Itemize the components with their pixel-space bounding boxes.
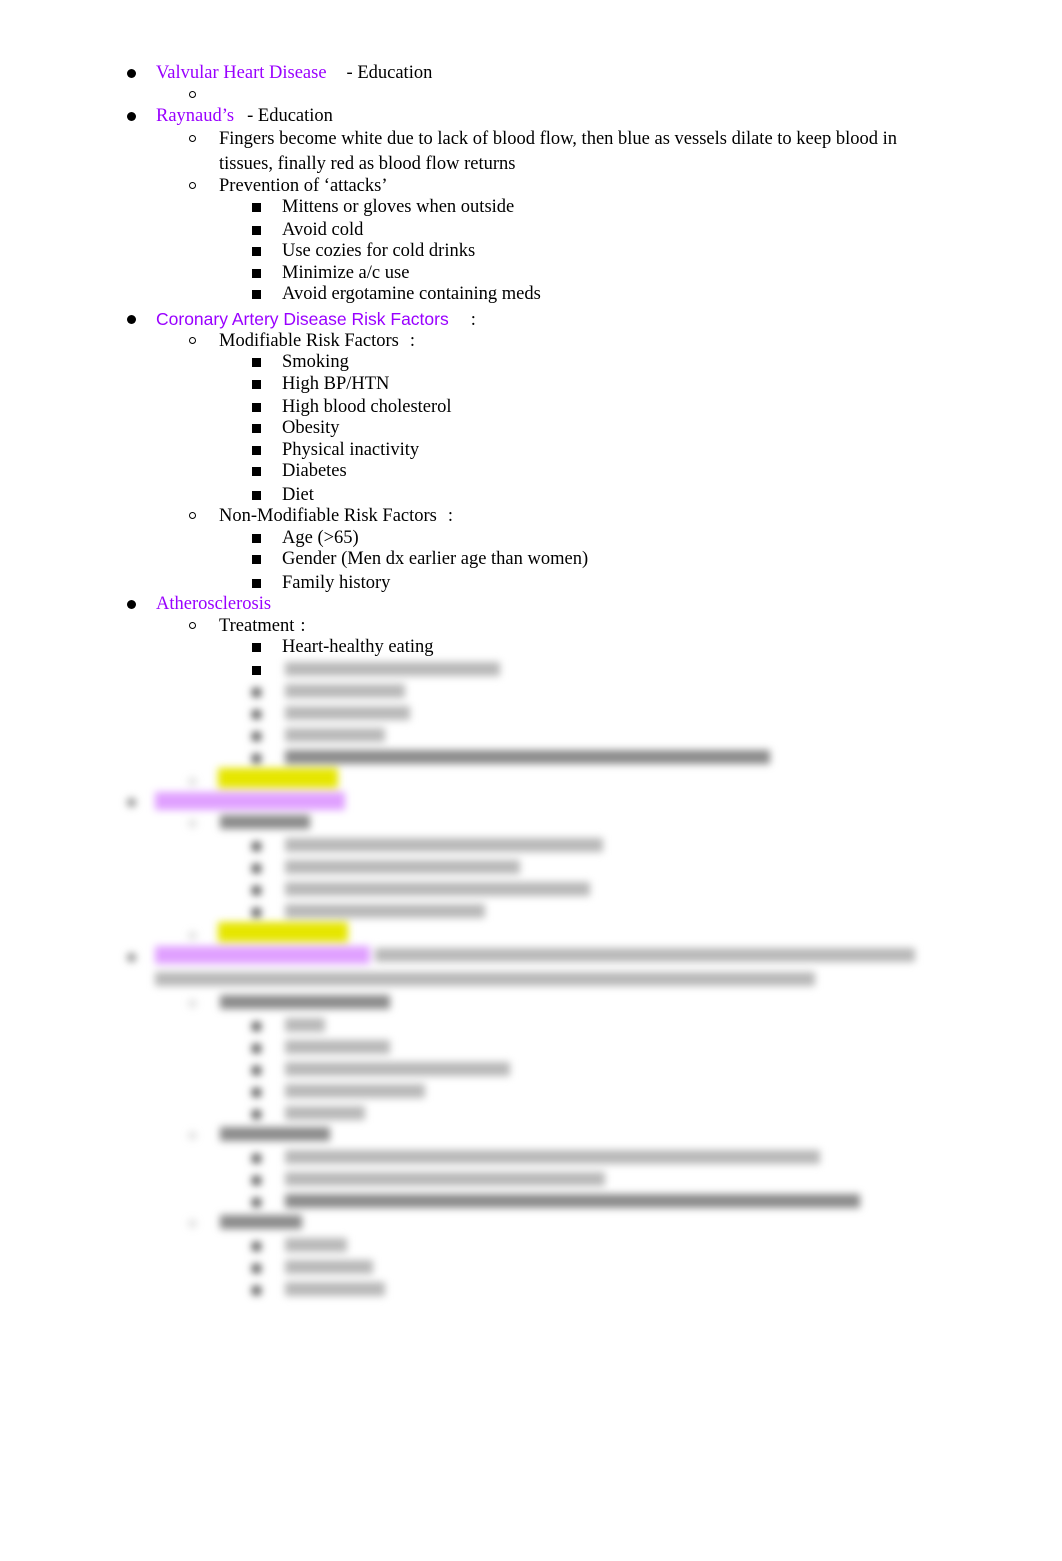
bullet-square-icon [252,555,261,564]
blurred-text [285,684,405,698]
bullet-square-icon [252,358,261,367]
bullet-circle-icon [189,182,196,189]
blurred-text [285,838,603,852]
list-item: Gender (Men dx earlier age than women) [282,549,589,569]
list-item: Use cozies for cold drinks [282,241,476,261]
section-title: Valvular Heart Disease [156,63,327,83]
list-item: Minimize a/c use [282,263,410,283]
section-suffix: : [470,310,476,330]
blurred-text [285,1260,373,1274]
bullet-square-icon [252,380,261,389]
blurred-text [285,728,385,742]
subheading-nonmodifiable: Non-Modifiable Risk Factors: [219,505,453,527]
list-item: Avoid ergotamine containing meds [282,284,541,304]
blurred-text [285,1194,860,1208]
subheading-modifiable: Modifiable Risk Factors: [219,330,415,352]
list-item: Avoid cold [282,220,364,240]
subheading-treatment: Treatment: [219,615,306,637]
bullet-square-icon [252,643,261,652]
bullet-square-icon [252,467,261,476]
section-title: Raynaud’s [156,106,235,126]
blurred-text [285,1282,385,1296]
list-item: Age (>65) [282,528,359,548]
list-item-line2: tissues, finally red as blood flow retur… [219,154,516,174]
bullet-circle-icon [189,622,196,629]
bullet-square-icon [252,403,261,412]
section-suffix: - Education [247,106,333,126]
bullet-square-icon [252,446,261,455]
bullet-square-icon [252,247,261,256]
bullet-circle-icon [189,337,196,344]
bullet-circle-icon [189,135,196,142]
blurred-text [220,1215,302,1229]
blurred-text [285,706,410,720]
section-heading-atherosclerosis: Atherosclerosis [156,593,271,615]
list-item: Mittens or gloves when outside [282,197,515,217]
list-item: High BP/HTN [282,374,390,394]
bullet-disc-icon [127,315,136,324]
list-item-line1: Fingers become white due to lack of bloo… [219,129,898,149]
blurred-section-title [155,792,345,810]
bullet-square-icon [252,491,261,500]
blurred-text [285,1172,605,1186]
blurred-text [285,860,520,874]
highlighted-heading [218,768,338,788]
list-item-prevention: Prevention of ‘attacks’ [219,176,388,196]
blurred-text [285,1084,425,1098]
blurred-text [285,1238,347,1252]
bullet-square-icon [252,424,261,433]
blurred-text [220,815,310,829]
blurred-text [285,882,590,896]
subheading-text: Modifiable Risk Factors [219,331,399,351]
bullet-square-icon [252,269,261,278]
blurred-text [155,972,815,986]
section-heading-cad: Coronary Artery Disease Risk Factors: [156,308,476,331]
subheading-text: Treatment [219,616,295,636]
section-heading-raynauds: Raynaud’s - Education [156,105,333,127]
blurred-text [285,750,770,764]
list-item: Family history [282,573,391,593]
section-suffix: - Education [346,63,433,83]
blurred-text [220,1127,330,1141]
blurred-text [285,1040,390,1054]
blurred-text [285,1018,325,1032]
blurred-content-region [0,0,1062,1561]
bullet-square-icon [252,290,261,299]
blurred-text [285,1106,365,1120]
section-title: Coronary Artery Disease Risk Factors [156,309,449,329]
list-item: Smoking [282,352,349,372]
bullet-square-icon [252,579,261,588]
subheading-text: Non-Modifiable Risk Factors [219,506,437,526]
section-title: Atherosclerosis [156,594,272,614]
list-item: Physical inactivity [282,440,420,460]
blurred-text [285,662,500,676]
subheading-suffix: : [409,331,415,351]
bullet-circle-icon [189,91,196,98]
list-item: Diet [282,485,314,505]
bullet-square-icon [252,666,261,675]
blurred-text [285,904,485,918]
list-item: Obesity [282,418,340,438]
section-heading-valvular: Valvular Heart Disease - Education [156,62,432,84]
bullet-disc-icon [127,600,136,609]
subheading-suffix: : [300,616,306,636]
list-item: Diabetes [282,461,347,481]
blurred-section-title [155,946,370,964]
bullet-disc-icon [127,112,136,121]
list-item: Heart-healthy eating [282,637,434,657]
subheading-suffix: : [447,506,454,526]
highlighted-heading [218,922,348,942]
bullet-square-icon [252,203,261,212]
blurred-text [285,1150,820,1164]
blurred-text [375,948,915,962]
bullet-circle-icon [189,512,196,519]
list-item: High blood cholesterol [282,397,452,417]
blurred-text [285,1062,510,1076]
bullet-square-icon [252,534,261,543]
bullet-square-icon [252,226,261,235]
bullet-disc-icon [127,69,136,78]
blurred-text [220,995,390,1009]
